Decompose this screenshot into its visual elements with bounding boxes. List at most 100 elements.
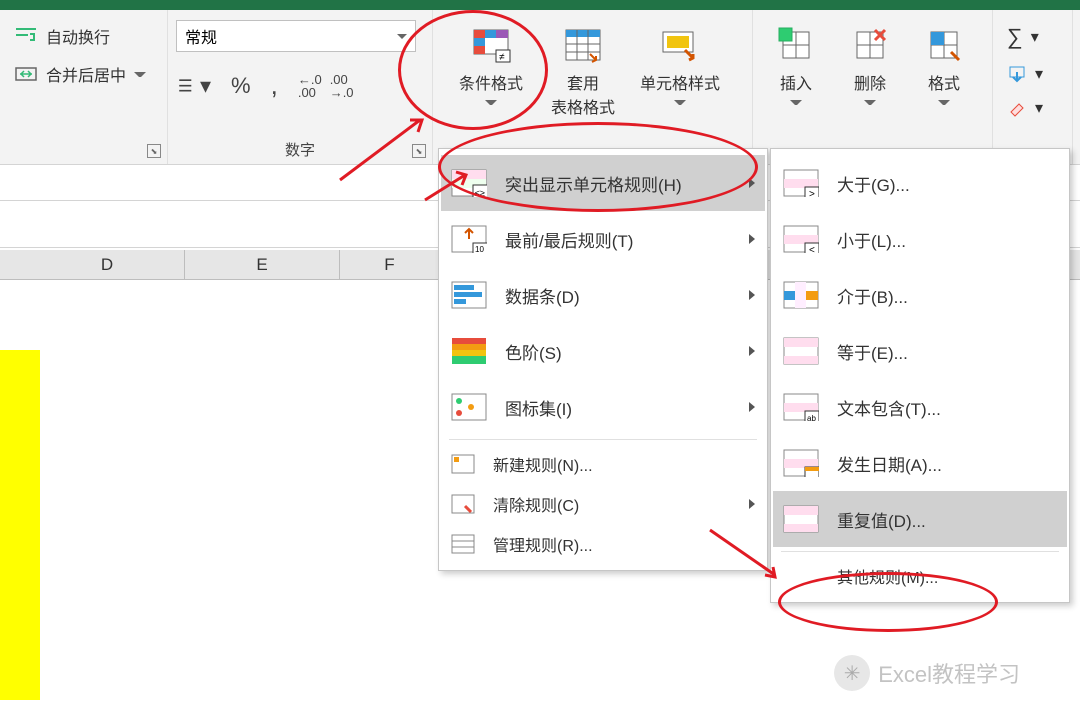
format-icon — [923, 24, 965, 66]
highlighted-cell — [0, 350, 40, 700]
color-scales-item[interactable]: 色阶(S) — [441, 323, 765, 379]
svg-text:>: > — [809, 189, 815, 197]
delete-button[interactable]: 删除 — [835, 20, 905, 110]
chevron-down-icon — [790, 100, 802, 106]
date-occurring-item[interactable]: 发生日期(A)... — [773, 435, 1067, 491]
menu-label: 发生日期(A)... — [837, 451, 942, 476]
format-button[interactable]: 格式 — [909, 20, 979, 110]
insert-icon — [775, 24, 817, 66]
menu-label: 突出显示单元格规则(H) — [505, 171, 682, 196]
col-header-f[interactable]: F — [340, 250, 440, 279]
conditional-format-icon: ≠ — [470, 24, 512, 66]
percent-button[interactable]: % — [231, 73, 251, 99]
clear-rules-item[interactable]: 清除规则(C) — [441, 484, 765, 524]
less-than-icon: < — [783, 225, 819, 253]
watermark: ✳ Excel教程学习 — [834, 655, 1020, 691]
more-rules-item[interactable]: 其他规则(M)... — [773, 556, 1067, 596]
fill-button[interactable]: ▾ — [1001, 60, 1049, 88]
chevron-down-icon — [485, 100, 497, 106]
menu-label: 等于(E)... — [837, 339, 908, 364]
cell-styles-button[interactable]: 单元格样式 — [625, 20, 735, 110]
number-format-select[interactable]: 常规 — [176, 20, 416, 52]
conditional-format-menu: ≤≥ 突出显示单元格规则(H) 10 最前/最后规则(T) 数据条(D) 色阶(… — [438, 148, 768, 571]
comma-button[interactable]: , — [271, 70, 278, 101]
top-bottom-icon: 10 — [451, 225, 487, 253]
arrow-right-icon — [749, 178, 755, 188]
new-rule-item[interactable]: 新建规则(N)... — [441, 444, 765, 484]
svg-text:ab: ab — [807, 414, 816, 421]
wrap-text-icon — [14, 24, 38, 48]
alignment-dialog-launcher[interactable]: ⬊ — [147, 144, 161, 158]
number-group-label: 数字 — [176, 135, 424, 160]
decrease-decimal-button[interactable]: .00→.0 — [330, 73, 354, 99]
editing-group: ∑▾ ▾ ▾ — [993, 10, 1073, 164]
clear-button[interactable]: ▾ — [1001, 94, 1049, 122]
menu-label: 色阶(S) — [505, 339, 562, 364]
new-rule-icon — [451, 454, 475, 474]
arrow-right-icon — [749, 499, 755, 509]
merge-center-label: 合并后居中 — [46, 62, 126, 86]
increase-decimal-button[interactable]: ←.0.00 — [298, 73, 322, 99]
highlight-rules-submenu: > 大于(G)... < 小于(L)... 介于(B)... 等于(E)... … — [770, 148, 1070, 603]
number-tools: ☰▾ % , ←.0.00 .00→.0 — [176, 70, 354, 101]
highlight-rules-icon: ≤≥ — [451, 169, 487, 197]
greater-than-icon: > — [783, 169, 819, 197]
between-item[interactable]: 介于(B)... — [773, 267, 1067, 323]
menu-label: 其他规则(M)... — [837, 564, 938, 588]
menu-separator — [781, 551, 1059, 552]
delete-label: 删除 — [854, 70, 886, 94]
menu-label: 清除规则(C) — [493, 492, 579, 516]
menu-label: 小于(L)... — [837, 227, 906, 252]
ribbon: 自动换行 合并后居中 ⬊ 常规 ☰▾ % , ←.0.00 — [0, 10, 1080, 165]
menu-label: 重复值(D)... — [837, 507, 926, 532]
number-dialog-launcher[interactable]: ⬊ — [412, 144, 426, 158]
between-icon — [783, 281, 819, 309]
arrow-right-icon — [749, 402, 755, 412]
format-table-label: 套用 表格格式 — [551, 70, 615, 118]
fill-down-icon — [1007, 64, 1027, 84]
col-header-e[interactable]: E — [185, 250, 340, 279]
sigma-icon: ∑ — [1007, 24, 1023, 50]
menu-label: 管理规则(R)... — [493, 532, 593, 556]
duplicate-values-item[interactable]: 重复值(D)... — [773, 491, 1067, 547]
text-contains-item[interactable]: ab 文本包含(T)... — [773, 379, 1067, 435]
arrow-right-icon — [749, 346, 755, 356]
svg-text:☰: ☰ — [178, 77, 193, 95]
chevron-down-icon — [674, 100, 686, 106]
format-table-button[interactable]: 套用 表格格式 — [545, 20, 621, 122]
color-scales-icon — [451, 337, 487, 365]
data-bars-item[interactable]: 数据条(D) — [441, 267, 765, 323]
merge-center-icon — [14, 62, 38, 86]
icon-sets-item[interactable]: 图标集(I) — [441, 379, 765, 435]
insert-button[interactable]: 插入 — [761, 20, 831, 110]
duplicate-icon — [783, 505, 819, 533]
merge-center-button[interactable]: 合并后居中 — [8, 58, 152, 90]
chevron-down-icon — [864, 100, 876, 106]
manage-rules-item[interactable]: 管理规则(R)... — [441, 524, 765, 564]
format-label: 格式 — [928, 70, 960, 94]
data-bars-icon — [451, 281, 487, 309]
conditional-format-label: 条件格式 — [459, 70, 523, 94]
top-bottom-rules-item[interactable]: 10 最前/最后规则(T) — [441, 211, 765, 267]
autosum-button[interactable]: ∑▾ — [1001, 20, 1049, 54]
arrow-right-icon — [749, 234, 755, 244]
equal-to-icon — [783, 337, 819, 365]
menu-label: 最前/最后规则(T) — [505, 227, 633, 252]
icon-sets-icon — [451, 393, 487, 421]
equal-to-item[interactable]: 等于(E)... — [773, 323, 1067, 379]
greater-than-item[interactable]: > 大于(G)... — [773, 155, 1067, 211]
wrap-text-button[interactable]: 自动换行 — [8, 20, 152, 52]
number-group: 常规 ☰▾ % , ←.0.00 .00→.0 数字 ⬊ — [168, 10, 433, 164]
menu-label: 数据条(D) — [505, 283, 580, 308]
text-contains-icon: ab — [783, 393, 819, 421]
clear-rules-icon — [451, 494, 475, 514]
currency-button[interactable]: ☰▾ — [176, 73, 211, 99]
wechat-icon: ✳ — [834, 655, 870, 691]
less-than-item[interactable]: < 小于(L)... — [773, 211, 1067, 267]
col-header-d[interactable]: D — [30, 250, 185, 279]
eraser-icon — [1007, 98, 1027, 118]
cell-styles-icon — [659, 24, 701, 66]
highlight-cells-rules-item[interactable]: ≤≥ 突出显示单元格规则(H) — [441, 155, 765, 211]
chevron-down-icon — [938, 100, 950, 106]
conditional-format-button[interactable]: ≠ 条件格式 — [441, 20, 541, 110]
